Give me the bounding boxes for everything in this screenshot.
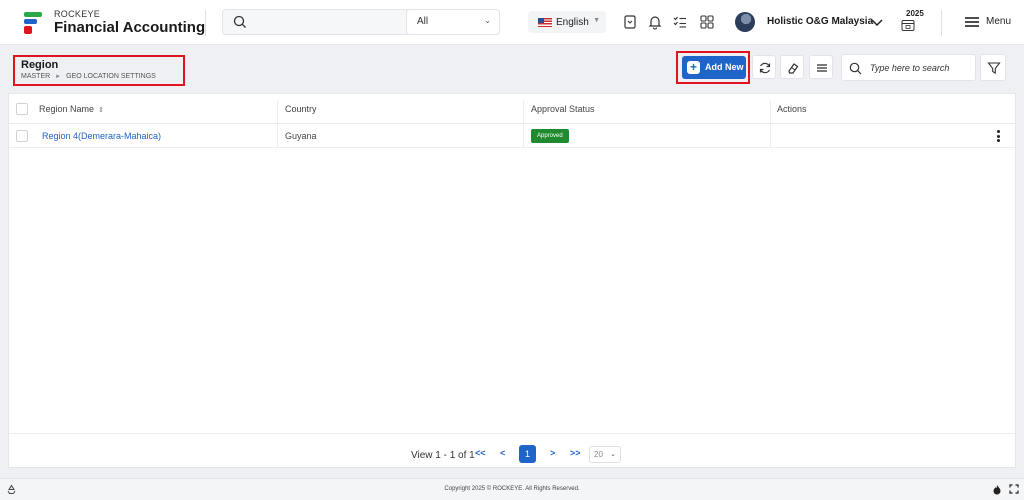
breadcrumb-geo-location[interactable]: GEO LOCATION SETTINGS — [66, 73, 156, 80]
divider — [205, 10, 206, 36]
add-new-label: Add New — [705, 62, 744, 72]
row-actions-kebab-icon[interactable] — [997, 130, 1001, 143]
search-icon — [233, 15, 246, 28]
column-header-region-name[interactable]: Region Name ⇕ — [39, 104, 104, 114]
clear-filters-button[interactable] — [780, 55, 804, 79]
row-checkbox[interactable] — [16, 130, 28, 142]
refresh-icon — [759, 62, 771, 74]
page-title: Region — [21, 59, 59, 71]
fullscreen-icon[interactable] — [1009, 484, 1019, 494]
pagination: View 1 - 1 of 1 << < 1 > >> 20 ⌄ — [9, 433, 1015, 468]
search-icon — [849, 62, 862, 75]
current-page-button[interactable]: 1 — [519, 445, 536, 463]
column-header-country: Country — [285, 104, 317, 114]
table-row[interactable]: Region 4(Demerara-Mahaica) Guyana Approv… — [9, 125, 1015, 148]
language-selector[interactable]: English ▼ — [528, 11, 606, 33]
page-size-select[interactable]: 20 ⌄ — [589, 446, 621, 463]
page-size-value: 20 — [594, 450, 603, 459]
hamburger-icon — [965, 17, 979, 27]
us-flag-icon — [538, 18, 552, 27]
list-icon — [817, 64, 827, 72]
first-page-button[interactable]: << — [475, 448, 486, 458]
search-scope-value: All — [417, 16, 429, 27]
column-header-approval-status: Approval Status — [531, 104, 595, 114]
chevron-down-icon: ⌄ — [484, 16, 491, 25]
next-page-button[interactable]: > — [550, 448, 555, 458]
language-label: English — [556, 17, 589, 28]
divider — [941, 10, 942, 36]
search-scope-select[interactable]: All ⌄ — [406, 9, 500, 35]
bookmark-icon[interactable] — [622, 14, 638, 30]
filter-icon — [987, 62, 1001, 74]
region-table: Region Name ⇕ Country Approval Status Act… — [8, 93, 1016, 468]
status-badge: Approved — [531, 129, 569, 143]
refresh-button[interactable] — [752, 55, 776, 79]
select-all-checkbox[interactable] — [16, 103, 28, 115]
prev-page-button[interactable]: < — [500, 448, 505, 458]
add-new-button[interactable]: + Add New — [682, 56, 746, 79]
breadcrumb-separator-icon: ► — [55, 74, 62, 80]
plus-icon: + — [687, 61, 700, 74]
checklist-icon[interactable] — [672, 14, 688, 30]
fiscal-year: 2025 — [906, 9, 924, 18]
bell-icon[interactable] — [647, 14, 663, 30]
region-name-link[interactable]: Region 4(Demerara-Mahaica) — [42, 131, 161, 141]
filter-button[interactable] — [980, 54, 1006, 81]
sort-icon[interactable]: ⇕ — [98, 107, 104, 114]
flame-icon[interactable] — [992, 484, 1002, 495]
country-cell: Guyana — [285, 131, 317, 141]
app-logo[interactable] — [24, 12, 42, 34]
brand-company: ROCKEYE — [54, 9, 101, 19]
chevron-down-icon: ⌄ — [610, 451, 616, 458]
footer: Copyright 2025 © ROCKEYE. All Rights Res… — [0, 478, 1024, 500]
calendar-icon[interactable] — [901, 19, 915, 31]
company-name[interactable]: Holistic O&G Malaysia — [767, 16, 873, 27]
chevron-down-icon[interactable] — [870, 15, 884, 29]
pagination-summary: View 1 - 1 of 1 — [411, 450, 475, 461]
column-header-actions: Actions — [777, 104, 807, 114]
caret-down-icon: ▼ — [593, 17, 600, 24]
top-bar: ROCKEYE Financial Accounting All ⌄ Engli… — [0, 0, 1024, 45]
list-search[interactable] — [841, 54, 976, 81]
copyright-text: Copyright 2025 © ROCKEYE. All Rights Res… — [444, 486, 580, 492]
eraser-icon — [788, 63, 799, 74]
menu-label: Menu — [986, 16, 1012, 27]
avatar[interactable] — [735, 12, 755, 32]
breadcrumb-master[interactable]: MASTER — [21, 73, 50, 80]
list-search-input[interactable] — [870, 61, 970, 75]
breadcrumb: MASTER ► GEO LOCATION SETTINGS — [21, 73, 156, 80]
columns-button[interactable] — [809, 55, 833, 79]
grid-icon[interactable] — [699, 14, 715, 30]
page-header: Region MASTER ► GEO LOCATION SETTINGS — [13, 55, 185, 86]
table-header: Region Name ⇕ Country Approval Status Act… — [9, 94, 1015, 124]
brand-product: Financial Accounting — [54, 19, 206, 36]
last-page-button[interactable]: >> — [570, 448, 581, 458]
